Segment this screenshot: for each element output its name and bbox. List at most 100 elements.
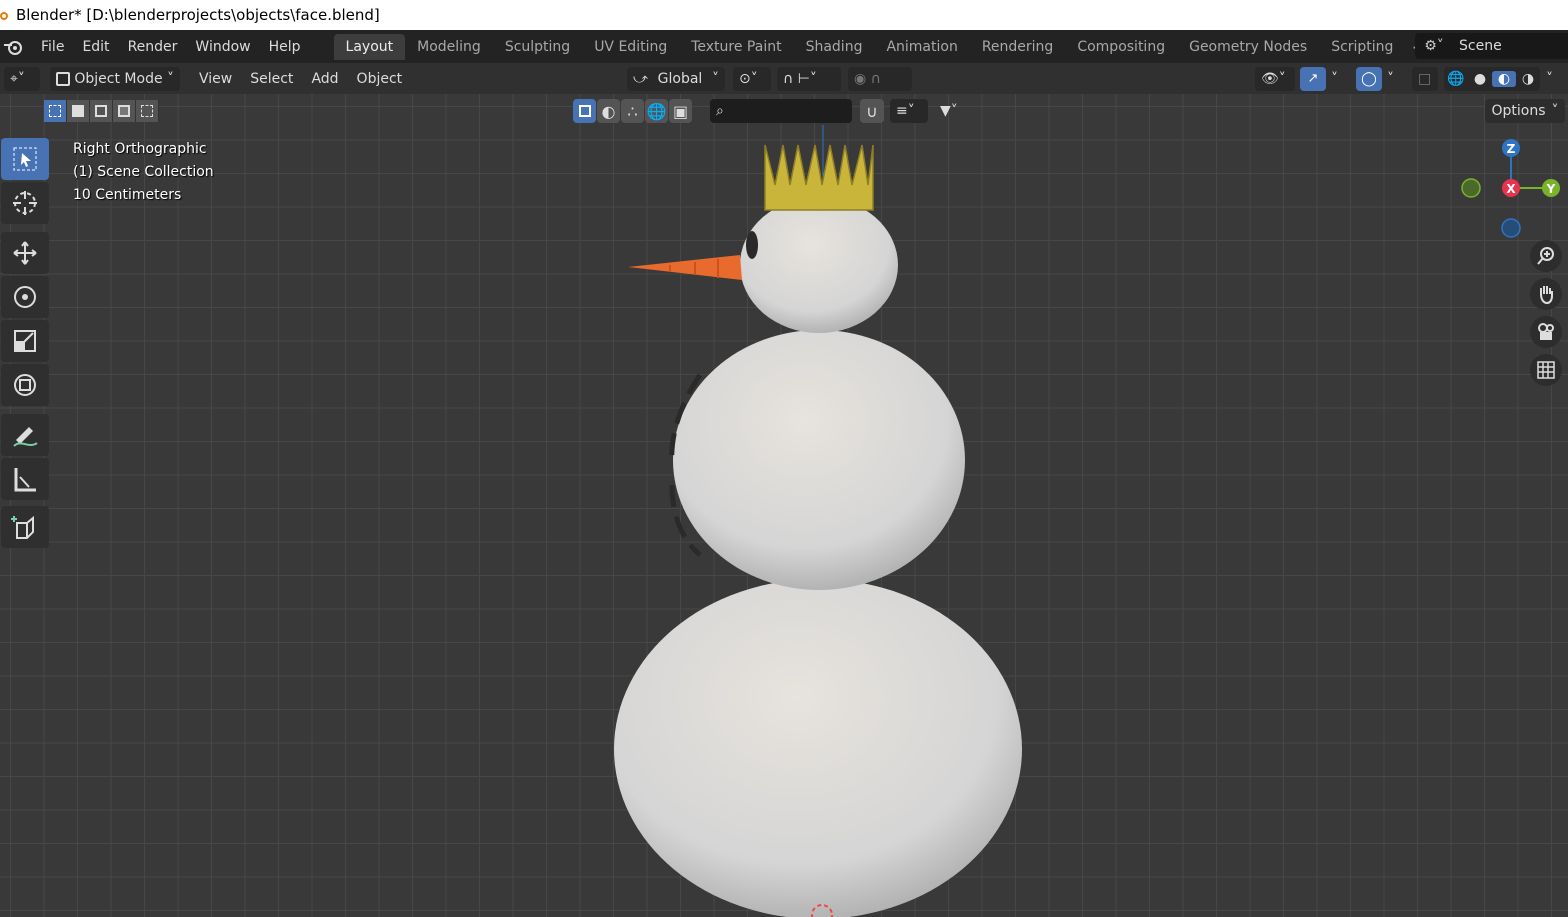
- search-input[interactable]: ⌕: [710, 99, 852, 123]
- snap-magnet-icon: ∩ ⊢˅: [783, 70, 817, 87]
- gizmo-neg-y[interactable]: [1461, 178, 1481, 198]
- viewport-header: ⌖˅ Object Mode ˅ View Select Add Object …: [0, 63, 1568, 94]
- wireframe-shading-icon[interactable]: 🌐: [1444, 71, 1468, 87]
- view-name: Right Orthographic: [73, 141, 207, 157]
- blender-logo-icon: [0, 12, 8, 20]
- gizmo-toggle[interactable]: ↗: [1300, 66, 1326, 91]
- snowman-middle: [673, 330, 965, 590]
- move-icon: [13, 241, 37, 265]
- tab-layout[interactable]: Layout: [333, 33, 406, 60]
- tool-transform[interactable]: [1, 364, 49, 406]
- snowman-model[interactable]: [600, 125, 1040, 917]
- filter-funnel-icon: ▼˅: [940, 103, 958, 119]
- editor-type-button[interactable]: ⌖˅: [4, 66, 40, 91]
- pivot-selector[interactable]: ⊙˅: [733, 66, 771, 91]
- snap-toggle[interactable]: ∩ ⊢˅: [777, 66, 841, 91]
- rendered-shading-icon[interactable]: ◑: [1516, 71, 1540, 87]
- tab-texture-paint[interactable]: Texture Paint: [679, 34, 793, 60]
- chevron-down-icon[interactable]: ˅: [1331, 71, 1338, 87]
- shading-modes: 🌐 ● ◐ ◑: [1444, 66, 1540, 91]
- add-cube-icon: [11, 515, 34, 539]
- search-icon: ⌕: [716, 103, 724, 119]
- tool-cursor[interactable]: [1, 182, 49, 224]
- tab-modeling[interactable]: Modeling: [405, 34, 493, 60]
- window-titlebar: Blender* [D:\blenderprojects\objects\fac…: [0, 0, 1568, 30]
- world-icon[interactable]: 🌐: [645, 99, 668, 123]
- eye-icon: 👁˅: [1261, 70, 1286, 87]
- scene-icon: ⚙˅: [1424, 38, 1444, 54]
- zoom-button[interactable]: [1530, 240, 1562, 272]
- menu-object[interactable]: Object: [348, 66, 412, 92]
- blender-menu-icon[interactable]: [2, 37, 28, 57]
- material-ball-icon[interactable]: ◐: [597, 99, 620, 123]
- perspective-toggle-button[interactable]: [1530, 354, 1562, 386]
- tool-add-cube[interactable]: [1, 506, 49, 548]
- menu-window[interactable]: Window: [186, 34, 259, 60]
- hand-icon: [1540, 286, 1553, 304]
- tab-animation[interactable]: Animation: [874, 34, 969, 60]
- overlay-toggle[interactable]: ◯: [1356, 66, 1382, 91]
- proportional-edit-icon: ◉ ∩: [854, 70, 881, 87]
- tab-uv-editing[interactable]: UV Editing: [582, 34, 679, 60]
- pivot-icon: ⊙˅: [739, 70, 758, 87]
- chevron-down-icon: ˅: [166, 70, 174, 87]
- select-extend-icon[interactable]: [67, 100, 90, 122]
- mesh-filter-icon[interactable]: ∪: [860, 99, 884, 123]
- tab-shading[interactable]: Shading: [794, 34, 875, 60]
- select-invert-icon[interactable]: [113, 100, 136, 122]
- select-intersect-icon[interactable]: [136, 100, 159, 122]
- mode-label: Object Mode: [74, 70, 163, 87]
- overlay-icon: ◯: [1361, 70, 1377, 87]
- menu-file[interactable]: File: [32, 34, 73, 60]
- top-bar: File Edit Render Window Help Layout Mode…: [0, 30, 1568, 63]
- menu-edit[interactable]: Edit: [73, 34, 118, 60]
- menu-render[interactable]: Render: [119, 34, 187, 60]
- tool-rotate[interactable]: [1, 276, 49, 318]
- tab-geometry-nodes[interactable]: Geometry Nodes: [1177, 34, 1319, 60]
- tool-measure[interactable]: [1, 458, 49, 500]
- orientation-label: Global: [657, 70, 703, 87]
- tab-rendering[interactable]: Rendering: [970, 34, 1066, 60]
- snowman-eye: [746, 231, 758, 259]
- scene-selector[interactable]: ⚙˅ Scene: [1415, 33, 1568, 59]
- tool-select-box[interactable]: [1, 138, 49, 180]
- menu-select[interactable]: Select: [241, 66, 302, 92]
- gizmo-neg-z[interactable]: [1501, 218, 1521, 238]
- pan-button[interactable]: [1530, 278, 1562, 310]
- navigation-gizmo[interactable]: Z Y X: [1458, 136, 1568, 240]
- tool-bar: [1, 138, 51, 550]
- zoom-icon: [1537, 247, 1554, 265]
- gizmo-icon: ↗: [1307, 71, 1319, 86]
- tab-compositing[interactable]: Compositing: [1065, 34, 1177, 60]
- select-new-icon[interactable]: [44, 100, 67, 122]
- menu-add[interactable]: Add: [302, 66, 347, 92]
- menu-help[interactable]: Help: [260, 34, 310, 60]
- tool-annotate[interactable]: [1, 414, 49, 456]
- menu-view[interactable]: View: [190, 66, 241, 92]
- filter-selector[interactable]: ▼˅: [934, 99, 972, 123]
- select-filter-icon[interactable]: [573, 99, 596, 123]
- hierarchy-selector[interactable]: ≡˅: [890, 99, 928, 123]
- viewport-filter-row: ◐ ∴ 🌐 ▣ ⌕ ∪ ≡˅ ▼˅: [573, 99, 972, 123]
- proportional-edit-toggle[interactable]: ◉ ∩: [848, 66, 912, 91]
- material-shading-icon[interactable]: ◐: [1492, 70, 1516, 87]
- selection-modes: [44, 100, 159, 122]
- tool-scale[interactable]: [1, 320, 49, 362]
- orientation-selector[interactable]: ⤻ Global ˅: [627, 66, 725, 91]
- camera-button[interactable]: [1530, 316, 1562, 348]
- visibility-selector[interactable]: 👁˅: [1255, 66, 1295, 91]
- window-title: Blender* [D:\blenderprojects\objects\fac…: [16, 6, 380, 24]
- select-subtract-icon[interactable]: [90, 100, 113, 122]
- chevron-down-icon[interactable]: ˅: [1387, 71, 1394, 87]
- xray-toggle[interactable]: □: [1412, 66, 1438, 91]
- solid-shading-icon[interactable]: ●: [1468, 71, 1492, 87]
- tool-move[interactable]: [1, 232, 49, 274]
- tab-sculpting[interactable]: Sculpting: [493, 34, 582, 60]
- chevron-down-icon[interactable]: ˅: [1546, 71, 1553, 87]
- texture-icon[interactable]: ▣: [669, 99, 692, 123]
- gizmo-y-label: Y: [1546, 182, 1556, 196]
- mode-selector[interactable]: Object Mode ˅: [50, 66, 180, 91]
- tab-scripting[interactable]: Scripting: [1319, 34, 1405, 60]
- options-button[interactable]: Options ˅: [1485, 99, 1565, 123]
- particles-icon[interactable]: ∴: [621, 99, 644, 123]
